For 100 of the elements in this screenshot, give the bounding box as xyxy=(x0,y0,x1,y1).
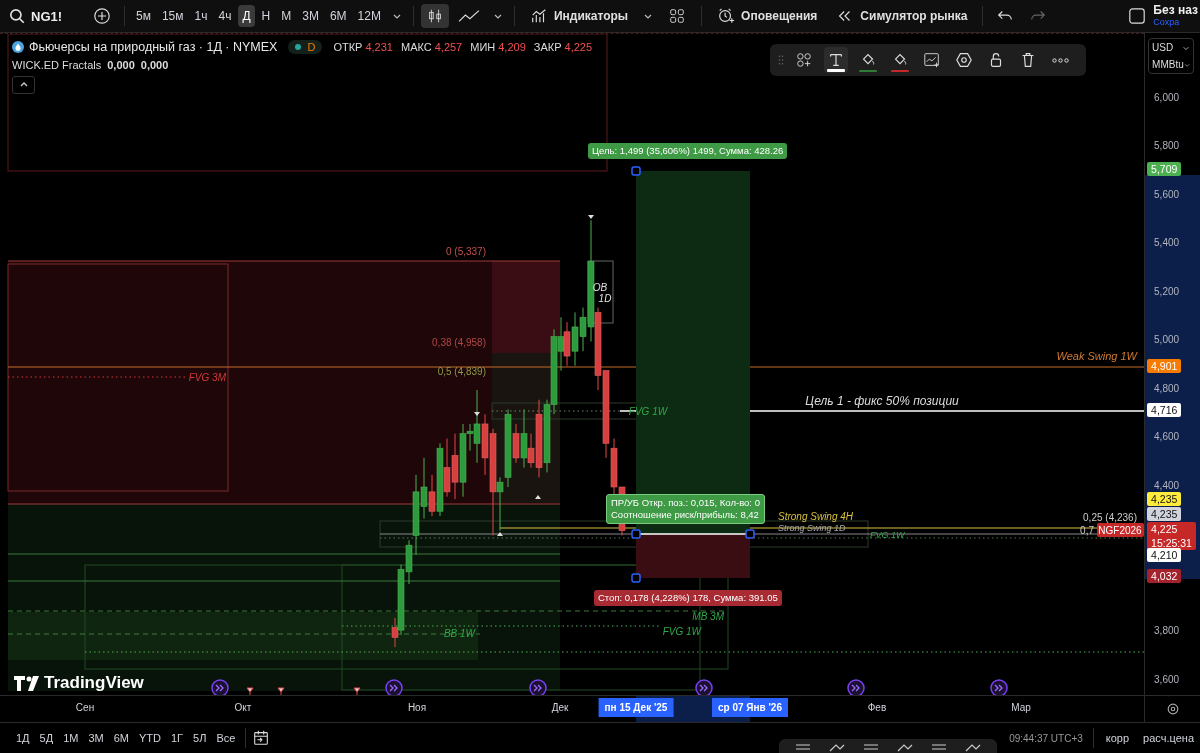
symbol-title[interactable]: Фьючерсы на природный газ · 1Д · NYMEX xyxy=(29,40,278,54)
price-label: 4,210 xyxy=(1147,548,1182,562)
indicator-name[interactable]: WICK.ED Fractals xyxy=(12,59,102,71)
square-icon[interactable] xyxy=(1128,7,1147,25)
candles-button[interactable] xyxy=(420,4,449,28)
layout-name[interactable]: Без наз xyxy=(1153,4,1198,16)
event-icon[interactable] xyxy=(385,679,403,696)
interval-button[interactable]: 3М xyxy=(298,5,323,27)
price-label: 4,901 xyxy=(1147,359,1182,373)
interval-button[interactable]: М xyxy=(277,5,296,27)
text-icon xyxy=(827,51,845,69)
adjust-toggle[interactable]: корр xyxy=(1105,732,1130,744)
price-tick: 3,600 xyxy=(1154,673,1180,687)
time-marker: пн 15 Дек '25 xyxy=(598,698,674,718)
interval-button[interactable]: 6М xyxy=(325,5,351,27)
settlement-toggle[interactable]: расч.цена xyxy=(1143,732,1194,744)
price-tick: 5,800 xyxy=(1154,139,1180,153)
price-label: 5,709 xyxy=(1147,162,1182,176)
position-info-text: Соотношение риск/прибыль: 8,42 xyxy=(611,509,760,521)
time-label: Сен xyxy=(75,702,95,714)
alerts-button[interactable]: Оповещения xyxy=(709,7,826,25)
time-label: Окт xyxy=(234,702,252,714)
interval-button[interactable]: Н xyxy=(257,5,275,27)
template-icon xyxy=(923,51,941,69)
interval-button[interactable]: 12М xyxy=(353,5,385,27)
price-tick: 5,400 xyxy=(1154,236,1180,250)
chart-label: FVG 1W xyxy=(628,406,668,417)
drag-handle[interactable] xyxy=(631,573,641,583)
currency-dropdown[interactable]: USD xyxy=(1152,42,1194,53)
interval-button[interactable]: Д xyxy=(238,5,255,27)
fractal-marker-icon xyxy=(588,215,594,219)
badge-letter: D xyxy=(307,41,316,53)
position-info-text: ПР/УБ Откр. поз.: 0,015, Кол-во: 0 xyxy=(611,497,760,509)
range-button[interactable]: 1М xyxy=(59,730,83,746)
collapse-button[interactable] xyxy=(12,76,35,94)
range-button[interactable]: 5Л xyxy=(189,730,211,746)
symbol-search[interactable]: NG1! xyxy=(8,7,90,25)
layout-grid-icon[interactable] xyxy=(668,7,687,25)
fractal-marker-icon xyxy=(535,495,541,499)
price-tick: 6,000 xyxy=(1154,91,1180,105)
logo-icon xyxy=(14,676,39,691)
interval-button[interactable]: 15м xyxy=(157,5,188,27)
time-marker: ср 07 Янв '26 xyxy=(712,698,788,718)
text-tool[interactable] xyxy=(824,47,848,73)
event-icon[interactable] xyxy=(990,679,1008,696)
price-label: 4,032 xyxy=(1147,569,1182,583)
price-tick: 5,000 xyxy=(1154,333,1180,347)
indicators-button[interactable]: Индикаторы xyxy=(521,7,637,25)
range-button[interactable]: 6М xyxy=(109,730,133,746)
chart-label: Strong Swing 4H xyxy=(778,511,854,522)
target-label: Цель: 1,499 (35,606%) 1499, Сумма: 428.26 xyxy=(588,143,788,159)
price-label: 4,716 xyxy=(1147,403,1182,417)
alarm-clock-icon xyxy=(717,7,736,25)
event-icon[interactable] xyxy=(847,679,865,696)
replay-button[interactable]: Симулятор рынка xyxy=(828,7,976,25)
chart-label: BB 1W xyxy=(443,628,475,639)
drop-icon xyxy=(12,41,24,53)
more-icon xyxy=(1051,57,1069,63)
chart-label: MB 3M xyxy=(692,611,724,622)
event-icon[interactable] xyxy=(211,679,229,696)
ohlc-value: 4,209 xyxy=(498,41,526,53)
price-label: 4,235 xyxy=(1147,507,1182,521)
drag-handle[interactable] xyxy=(631,166,641,176)
save-link[interactable]: Сохра xyxy=(1153,16,1198,28)
add-symbol-icon[interactable] xyxy=(93,7,111,25)
add-icon xyxy=(795,51,813,69)
settings-icon[interactable] xyxy=(1165,702,1180,717)
event-icon[interactable] xyxy=(529,679,547,696)
chart-label: 0,7 xyxy=(1080,525,1094,536)
range-button[interactable]: Все xyxy=(212,730,240,746)
chart-label: 1D xyxy=(598,293,612,304)
interval-button[interactable]: 1ч xyxy=(190,5,212,27)
chart-label: FVG 1W xyxy=(662,626,701,637)
ohlc-label: ЗАКР xyxy=(533,41,562,53)
range-button[interactable]: 1Д xyxy=(12,730,34,746)
drag-handle[interactable] xyxy=(631,529,641,539)
price-tick: 3,800 xyxy=(1154,624,1180,638)
fractal-marker-icon xyxy=(497,532,503,536)
event-icon[interactable] xyxy=(695,679,713,696)
symbol-tag: NGF2026 xyxy=(1097,523,1144,537)
range-button[interactable]: 5Д xyxy=(35,730,58,746)
ohlc-label: ОТКР xyxy=(333,41,363,53)
range-button[interactable]: 3М xyxy=(84,730,108,746)
interval-button[interactable]: 5м xyxy=(132,5,155,27)
fractal-marker-icon xyxy=(353,687,361,696)
range-button[interactable]: 1Г xyxy=(167,730,188,746)
interval-button[interactable]: 4ч xyxy=(214,5,236,27)
fractal-marker-icon xyxy=(246,687,254,696)
calendar-icon[interactable] xyxy=(252,729,271,747)
drag-handle[interactable] xyxy=(745,529,755,539)
indicators-icon xyxy=(529,7,548,25)
chart-label: 0 (5,337) xyxy=(445,246,486,257)
unit-dropdown[interactable]: MMBtu xyxy=(1152,59,1194,70)
chart-label: FVG 1W xyxy=(870,530,905,540)
range-button[interactable]: YTD xyxy=(135,730,165,746)
settings-icon xyxy=(955,51,973,69)
price-label: 4,225 15:25:31 xyxy=(1147,522,1196,550)
selected-underline xyxy=(827,69,845,72)
chart-label: FVG 3M xyxy=(188,372,226,383)
time-label: Ноя xyxy=(407,702,427,714)
